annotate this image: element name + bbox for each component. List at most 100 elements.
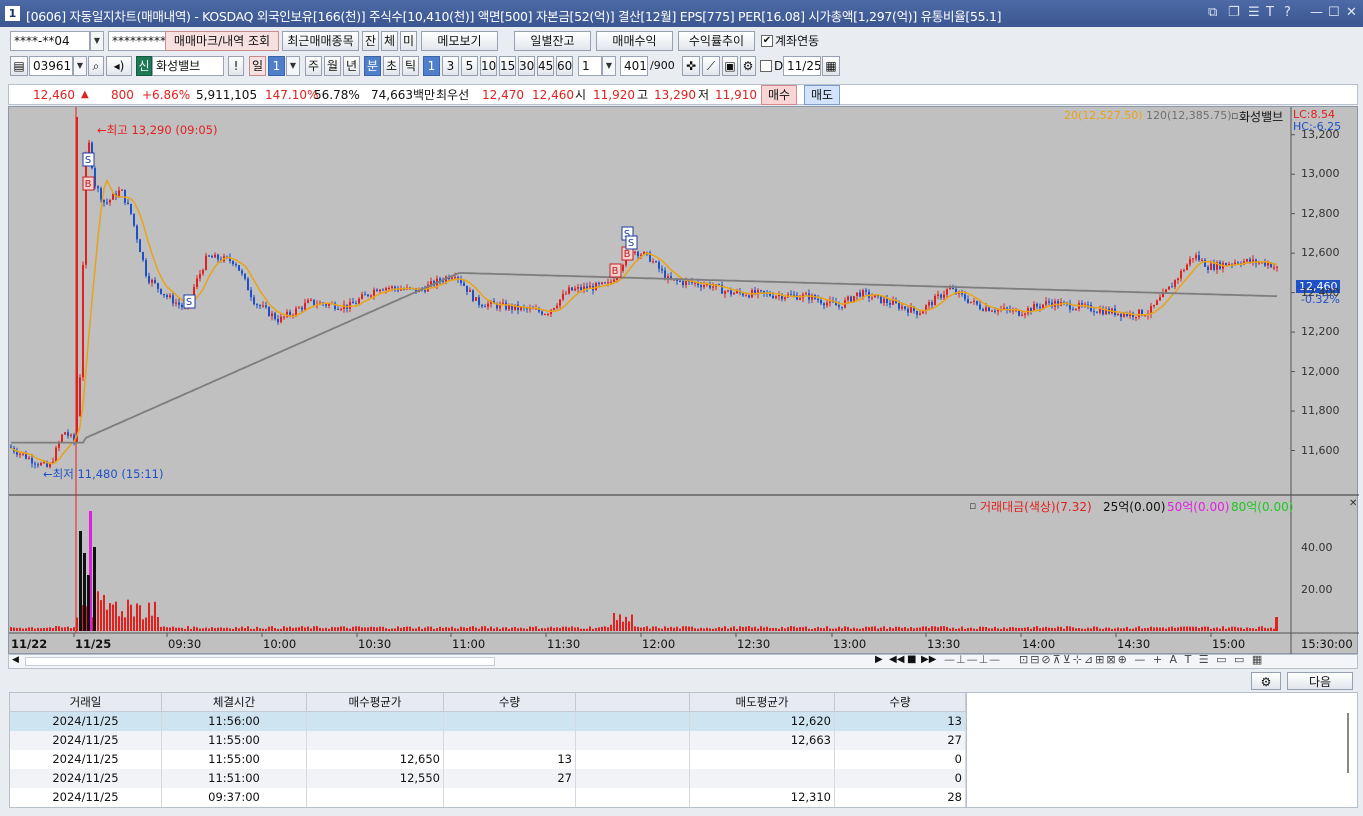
volume-bar [1024,627,1026,631]
grid-column-header[interactable] [576,693,690,712]
count-input[interactable]: 401 [620,56,648,76]
minute-3[interactable]: 3 [442,56,459,76]
font-icon[interactable]: T [1266,5,1274,20]
play-icon[interactable]: ▶ [875,654,883,665]
table-row[interactable]: 2024/11/25 11:55:00 12,650 13 0 [10,750,966,769]
candle-body [253,297,255,305]
account-dropdown-icon[interactable]: ▼ [90,31,104,51]
minute-60[interactable]: 60 [556,56,573,76]
search-icon[interactable]: ⌕ [88,56,104,76]
minute-15[interactable]: 15 [499,56,516,76]
period-month[interactable]: 월 [324,56,341,76]
period-tick[interactable]: 틱 [402,56,419,76]
date-input[interactable]: 11/25 [783,56,821,76]
grid-column-header[interactable]: 체결시간 [162,693,307,712]
volume-bar [460,626,462,631]
table-row[interactable]: 2024/11/25 11:51:00 12,550 27 0 [10,769,966,788]
period-day[interactable]: 일 [249,56,266,76]
period-year[interactable]: 년 [343,56,360,76]
volume-bar [1264,627,1266,631]
candle-body [463,283,465,286]
password-input[interactable]: ********* [108,31,168,51]
period-week[interactable]: 주 [305,56,322,76]
unit-dropdown-icon[interactable]: ▼ [602,56,616,76]
draw-line-icon[interactable]: ⟋ [702,56,720,76]
chart-scrollbar[interactable]: ◀ ▶ ◀◀ ■ ▶▶ —⊥—⊥— ⊡⊟⊘⊼⊻⊹⊿⊞⊠⊕ — + A T ☰ ▭… [8,653,1358,669]
account-input[interactable]: ****-**04 [10,31,90,51]
layout-icon[interactable]: ▤ [10,56,28,76]
grid-column-header[interactable]: 거래일 [10,693,162,712]
trade-profit-button[interactable]: 매매수익 [596,31,673,51]
rewind-icon[interactable]: ◀◀ [889,654,904,665]
volume-bar [136,603,138,631]
yield-trend-button[interactable]: 수익률추이 [678,31,755,51]
minute-30[interactable]: 30 [518,56,535,76]
maximize-icon[interactable]: ☐ [1328,5,1340,20]
next-button[interactable]: 다음 [1287,672,1353,690]
code-dropdown-icon[interactable]: ▼ [73,56,87,76]
date-checkbox[interactable] [760,60,772,72]
period-minute[interactable]: 분 [364,56,381,76]
table-cell: 12,650 [307,750,444,769]
memo-button[interactable]: 메모보기 [421,31,498,51]
table-row[interactable]: 2024/11/25 11:56:00 12,620 13 [10,712,966,731]
volume-bar [130,604,132,631]
save-icon[interactable]: ▣ [722,56,738,76]
price-chart[interactable]: SBSBSBS 20(12,527.50) 120(12,385.75) ▫ 화… [8,106,1359,655]
help-icon[interactable]: ? [1284,5,1291,20]
close-pane-icon[interactable]: ✕ [1349,498,1357,509]
volume-bar [919,627,921,631]
stock-code-input[interactable]: 039610 [29,56,73,76]
volume-bar [340,626,342,631]
volume-bar [208,628,210,631]
period-second[interactable]: 초 [383,56,400,76]
calendar-icon[interactable]: ▦ [822,56,840,76]
minute-5[interactable]: 5 [461,56,478,76]
day-dropdown-icon[interactable]: ▼ [286,56,300,76]
stop-icon[interactable]: ■ [907,654,916,665]
restore-icon[interactable]: ⧉ [1208,5,1217,20]
minute-10[interactable]: 10 [480,56,497,76]
tile-icon[interactable]: ❐ [1228,5,1240,20]
grid-column-header[interactable]: 매도평균가 [690,693,835,712]
grid-column-header[interactable]: 매수평균가 [307,693,444,712]
buy-button[interactable]: 매수 [761,85,797,105]
daily-balance-button[interactable]: 일별잔고 [514,31,591,51]
drawing-tools-icon[interactable]: ⊡⊟⊘⊼⊻⊹⊿⊞⊠⊕ — + A T ☰ ▭ ▭ ▦ [1019,653,1264,666]
fast-forward-icon[interactable]: ▶▶ [921,654,936,665]
period-day-count[interactable]: 1 [268,56,285,76]
minute-1[interactable]: 1 [423,56,440,76]
mark-query-button[interactable]: 매매마크/내역 조회 [165,31,279,51]
zoom-slider-icon[interactable]: —⊥—⊥— [944,653,1001,666]
tab-balance[interactable]: 잔 [362,31,379,51]
sell-button[interactable]: 매도 [804,85,840,105]
list-icon[interactable]: ☰ [1248,5,1260,20]
tab-unexecuted[interactable]: 미 [400,31,417,51]
stock-name-field[interactable]: 화성밸브 [152,56,224,76]
volume-bar [115,601,117,631]
tab-executed[interactable]: 체 [381,31,398,51]
volume-bar [1114,628,1116,631]
scroll-thumb[interactable] [25,657,495,666]
grid-settings-icon[interactable]: ⚙ [1251,672,1281,690]
unit-input[interactable]: 1 [578,56,602,76]
recent-stocks-button[interactable]: 최근매매종목 [282,31,359,51]
scroll-left-icon[interactable]: ◀ [12,655,19,665]
minute-45[interactable]: 45 [537,56,554,76]
close-icon[interactable]: ✕ [1346,5,1357,20]
grid-column-header[interactable]: 수량 [444,693,576,712]
chart-canvas[interactable]: SBSBSBS [9,107,1359,655]
table-row[interactable]: 2024/11/25 09:37:00 12,310 28 [10,788,966,807]
account-link-checkbox[interactable]: ✔ [761,35,773,47]
crosshair-icon[interactable]: ✜ [682,56,700,76]
table-row[interactable]: 2024/11/25 11:55:00 12,663 27 [10,731,966,750]
volume-bar [550,626,552,631]
grid-column-header[interactable]: 수량 [835,693,966,712]
alert-icon[interactable]: ! [228,56,244,76]
sound-icon[interactable]: ◂) [106,56,132,76]
grid-scrollbar[interactable] [1347,713,1349,773]
volume-bar [415,628,417,631]
candle-body [484,306,486,308]
settings-icon[interactable]: ⚙ [740,56,756,76]
minimize-icon[interactable]: — [1310,5,1323,20]
